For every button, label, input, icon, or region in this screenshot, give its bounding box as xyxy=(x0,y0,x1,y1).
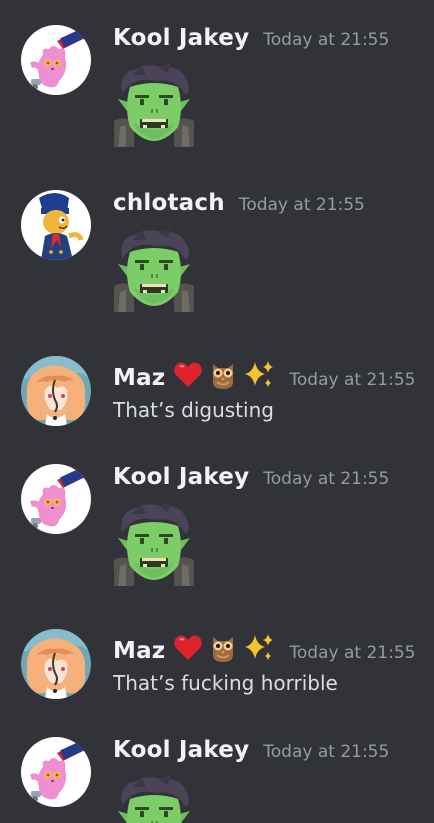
owl-icon xyxy=(209,633,237,667)
username[interactable]: Kool Jakey xyxy=(113,464,249,490)
owl-icon xyxy=(209,360,237,394)
timestamp[interactable]: Today at 21:55 xyxy=(239,195,365,215)
user-badges xyxy=(173,633,275,667)
username[interactable]: chlotach xyxy=(113,190,225,216)
avatar[interactable] xyxy=(21,25,91,95)
avatar[interactable] xyxy=(21,737,91,807)
avatar[interactable] xyxy=(21,464,91,534)
avatar[interactable] xyxy=(21,356,91,426)
message-header: Maz Today at 21:55 xyxy=(113,629,415,664)
heart-icon xyxy=(173,634,203,666)
pink-cat-avatar-image xyxy=(21,25,91,95)
goblin-face-sticker[interactable] xyxy=(112,228,196,312)
message-header: Kool Jakey Today at 21:55 xyxy=(113,737,389,771)
username[interactable]: Maz xyxy=(113,365,165,391)
user-badges xyxy=(173,360,275,394)
message-header: chlotach Today at 21:55 xyxy=(113,190,365,224)
sparkles-icon xyxy=(243,633,275,667)
message-header: Kool Jakey Today at 21:55 xyxy=(113,464,389,498)
pink-cat-avatar-image xyxy=(21,464,91,534)
username[interactable]: Maz xyxy=(113,638,165,664)
pink-cat-avatar-image xyxy=(21,737,91,807)
timestamp[interactable]: Today at 21:55 xyxy=(289,643,415,663)
goblin-face-sticker[interactable] xyxy=(112,775,196,823)
timestamp[interactable]: Today at 21:55 xyxy=(263,742,389,762)
timestamp[interactable]: Today at 21:55 xyxy=(289,370,415,390)
timestamp[interactable]: Today at 21:55 xyxy=(263,30,389,50)
avatar[interactable] xyxy=(21,190,91,260)
goblin-face-sticker[interactable] xyxy=(112,63,196,147)
cartoon-character-avatar-image xyxy=(21,190,91,260)
message-header: Kool Jakey Today at 21:55 xyxy=(113,25,389,59)
username[interactable]: Kool Jakey xyxy=(113,25,249,51)
avatar[interactable] xyxy=(21,629,91,699)
sparkles-icon xyxy=(243,360,275,394)
heart-icon xyxy=(173,361,203,393)
orange-hair-avatar-image xyxy=(21,356,91,426)
message-text: That’s digusting xyxy=(113,398,274,422)
username[interactable]: Kool Jakey xyxy=(113,737,249,763)
message-text: That’s fucking horrible xyxy=(113,671,338,695)
goblin-face-sticker[interactable] xyxy=(112,502,196,586)
message-header: Maz Today at 21:55 xyxy=(113,356,415,391)
timestamp[interactable]: Today at 21:55 xyxy=(263,469,389,489)
orange-hair-avatar-image xyxy=(21,629,91,699)
message-feed: Kool Jakey Today at 21:55 chlotach Today… xyxy=(0,0,434,823)
